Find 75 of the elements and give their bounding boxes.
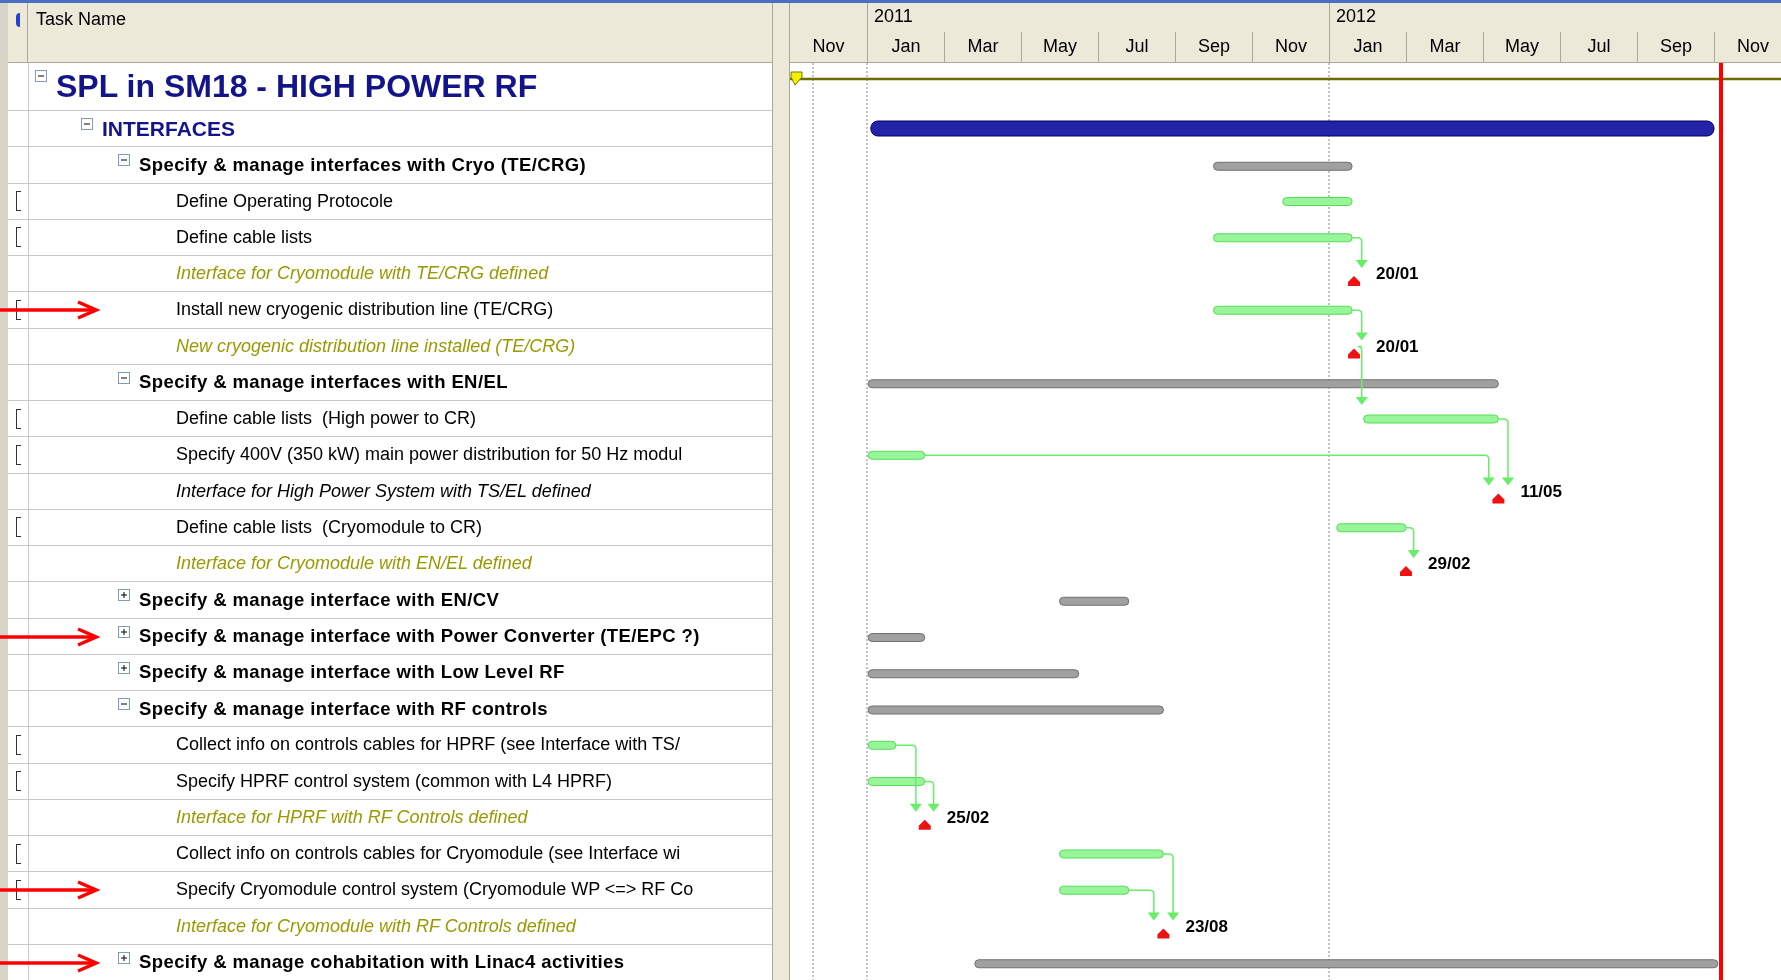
milestone-date: 20/01 xyxy=(1376,264,1419,283)
milestone-icon[interactable] xyxy=(1492,493,1505,504)
expand-icon[interactable] xyxy=(118,661,130,674)
phase-bar[interactable] xyxy=(870,120,1715,137)
task-name: Specify & manage interface with EN/CV xyxy=(139,588,500,611)
task-name: Define cable lists xyxy=(176,226,313,248)
milestone-date: 29/02 xyxy=(1428,554,1471,573)
task-name: Define Operating Protocole xyxy=(176,190,394,212)
year-label: 2011 xyxy=(867,3,1329,32)
expand-icon[interactable] xyxy=(118,589,130,602)
expand-icon[interactable] xyxy=(118,951,130,964)
task-name: Specify HPRF control system (common with L4 HPRF) xyxy=(176,770,613,792)
milestone-icon[interactable] xyxy=(1400,566,1412,576)
collapse-icon[interactable] xyxy=(118,698,130,710)
month-label: Sep xyxy=(1637,32,1714,62)
indicator-icon xyxy=(15,13,20,27)
dependency-link xyxy=(1355,345,1368,405)
month-label: Nov xyxy=(811,35,846,58)
task-name: Specify & manage interfaces with EN/EL xyxy=(139,371,508,394)
milestone-date: 20/01 xyxy=(1376,336,1419,356)
milestone-icon[interactable] xyxy=(1348,276,1361,286)
month-label: Nov xyxy=(1252,32,1329,62)
task-name: New cryogenic distribution line installed (TE/CRG) xyxy=(176,335,576,357)
task-name: Specify & manage interface with Power Converter (TE/EPC ?) xyxy=(139,625,700,648)
task-name: Define cable lists (High power to CR) xyxy=(176,408,477,430)
month-label: Jan xyxy=(867,32,944,62)
summary-bar[interactable] xyxy=(1213,161,1353,171)
summary-bar[interactable] xyxy=(867,669,1080,679)
task-name: Interface for Cryomodule with EN/EL defined xyxy=(176,553,532,575)
task-name: Specify & manage interface with Low Level RF xyxy=(139,661,565,684)
month-label: Jan xyxy=(1329,32,1406,62)
task-name: Collect info on controls cables for Cryomodule (see Interface wi xyxy=(176,843,681,865)
milestone-date: 25/02 xyxy=(946,807,990,827)
task-name: INTERFACES xyxy=(102,116,235,141)
summary-bar[interactable] xyxy=(867,633,926,642)
dependency-link xyxy=(1351,309,1368,341)
task-name: Interface for Cryomodule with TE/CRG defined xyxy=(176,263,549,285)
task-name: Interface for HPRF with RF Controls defined xyxy=(176,806,528,828)
month-label: May xyxy=(1021,32,1098,62)
month-label: Mar xyxy=(1406,32,1483,62)
task-name: Specify Cryomodule control system (Cryomodule WP <=> RF Co xyxy=(176,879,694,901)
task-name: Collect info on controls cables for HPRF (see Interface with TS/ xyxy=(176,734,680,756)
task-name: Interface for High Power System with TS/EL defined xyxy=(176,480,591,502)
dependency-link xyxy=(924,780,940,812)
summary-bar[interactable] xyxy=(974,959,1719,969)
task-name: Specify 400V (350 kW) main power distribution for 50 Hz modul xyxy=(176,444,683,466)
month-label: Jul xyxy=(1560,32,1637,62)
task-name: Install new cryogenic distribution line (TE/CRG) xyxy=(176,299,554,321)
dependency-link xyxy=(1128,889,1160,921)
task-name: Interface for Cryomodule with RF Controls defined xyxy=(176,915,576,937)
collapse-icon[interactable] xyxy=(118,154,130,167)
milestone-date: 23/08 xyxy=(1185,916,1228,936)
collapse-icon[interactable] xyxy=(118,371,130,384)
summary-bar[interactable] xyxy=(1059,596,1130,606)
month-label: Nov xyxy=(1714,32,1781,62)
collapse-icon[interactable] xyxy=(35,70,47,82)
task-name: Specify & manage cohabitation with Linac4 activities xyxy=(139,951,625,974)
task-name: Specify & manage interfaces with Cryo (TE/CRG) xyxy=(139,153,587,176)
milestone-date: 11/05 xyxy=(1520,481,1562,501)
task-name: Specify & manage interface with RF controls xyxy=(139,697,548,720)
year-label: 2012 xyxy=(1329,3,1781,32)
month-label: May xyxy=(1483,32,1560,62)
milestone-icon[interactable] xyxy=(1157,928,1170,939)
summary-bar[interactable] xyxy=(867,379,1499,389)
month-label: Jul xyxy=(1098,32,1175,62)
dependency-link xyxy=(1351,237,1368,268)
month-label: Sep xyxy=(1175,32,1252,62)
month-label: Mar xyxy=(944,32,1021,62)
task-name: Define cable lists (Cryomodule to CR) xyxy=(176,516,483,538)
expand-icon[interactable] xyxy=(118,625,130,638)
collapse-icon[interactable] xyxy=(81,118,93,130)
task-name: SPL in SM18 - HIGH POWER RF xyxy=(56,68,538,105)
milestone-icon[interactable] xyxy=(1348,348,1361,359)
dependency-link xyxy=(1405,527,1420,558)
milestone-icon[interactable] xyxy=(918,819,931,830)
